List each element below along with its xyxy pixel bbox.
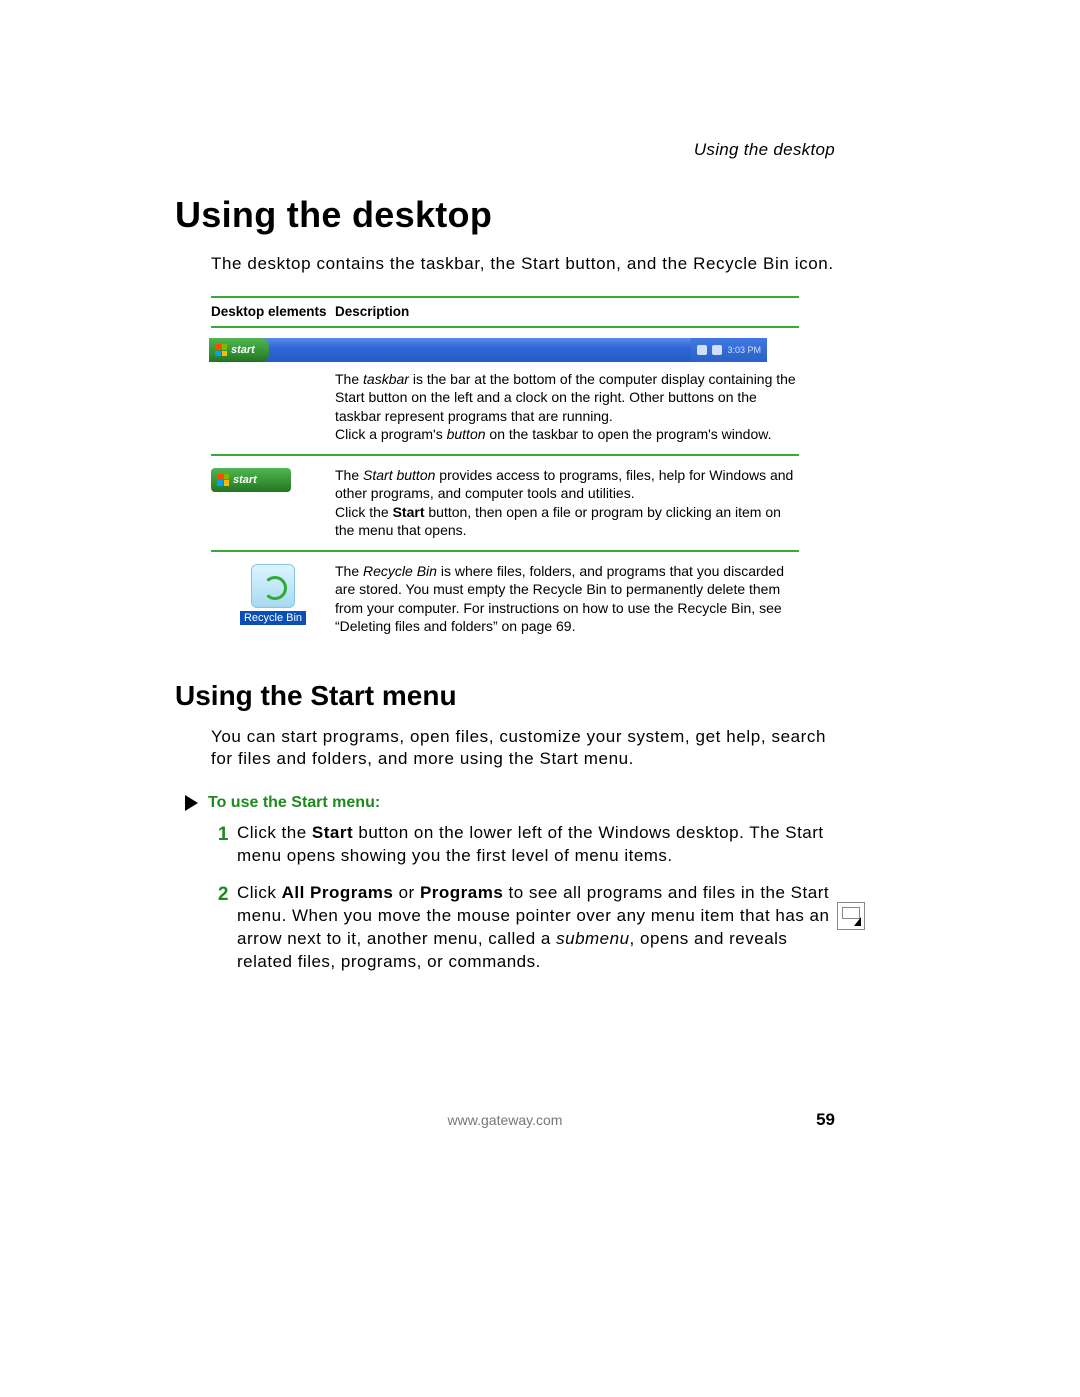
page-content: Using the desktop Using the desktop The … bbox=[175, 140, 835, 987]
task-heading: To use the Start menu: bbox=[185, 794, 835, 812]
step-1: 1 Click the Start button on the lower le… bbox=[211, 822, 835, 868]
row-taskbar: start 3:03 PM The taskbar is the bar at … bbox=[211, 328, 799, 456]
windows-logo-icon bbox=[217, 474, 229, 486]
desc-recycle-bin: The Recycle Bin is where files, folders,… bbox=[335, 562, 799, 636]
start-button-graphic: start bbox=[211, 468, 291, 492]
tray-clock: 3:03 PM bbox=[727, 345, 761, 355]
step-text: Click All Programs or Programs to see al… bbox=[237, 882, 835, 974]
th-elements: Desktop elements bbox=[211, 304, 335, 319]
table-header-row: Desktop elements Description bbox=[211, 298, 799, 328]
recycle-bin-graphic: Recycle Bin bbox=[211, 564, 335, 625]
intro-paragraph: The desktop contains the taskbar, the St… bbox=[211, 254, 835, 274]
step-number: 2 bbox=[211, 882, 229, 974]
heading-using-start-menu: Using the Start menu bbox=[175, 680, 835, 712]
desktop-elements-table: Desktop elements Description start 3:03 … bbox=[211, 296, 799, 646]
tray-icon bbox=[712, 345, 722, 355]
heading-using-desktop: Using the desktop bbox=[175, 194, 835, 236]
step-text: Click the Start button on the lower left… bbox=[237, 822, 835, 868]
th-description: Description bbox=[335, 304, 409, 319]
taskbar-start-button: start bbox=[209, 338, 269, 362]
task-title: To use the Start menu: bbox=[208, 794, 380, 812]
taskbar-graphic: start 3:03 PM bbox=[209, 338, 767, 362]
row-start-button: start The Start button provides access t… bbox=[211, 456, 799, 552]
desc-start-button: The Start button provides access to prog… bbox=[335, 466, 799, 540]
start-button-label: start bbox=[233, 474, 257, 486]
row-recycle-bin: Recycle Bin The Recycle Bin is where fil… bbox=[211, 552, 799, 646]
windows-logo-icon bbox=[215, 344, 227, 356]
page-footer: www.gateway.com 59 bbox=[175, 1112, 835, 1128]
page-number: 59 bbox=[816, 1110, 835, 1130]
taskbar-start-label: start bbox=[231, 344, 255, 356]
play-triangle-icon bbox=[185, 795, 198, 811]
recycle-bin-label: Recycle Bin bbox=[240, 611, 306, 625]
recycle-bin-icon bbox=[251, 564, 295, 608]
running-head: Using the desktop bbox=[175, 140, 835, 160]
start-menu-intro: You can start programs, open files, cust… bbox=[211, 726, 835, 770]
image-placeholder-icon bbox=[837, 902, 865, 930]
steps-list: 1 Click the Start button on the lower le… bbox=[211, 822, 835, 974]
tray-icon bbox=[697, 345, 707, 355]
step-2: 2 Click All Programs or Programs to see … bbox=[211, 882, 835, 974]
step-number: 1 bbox=[211, 822, 229, 868]
taskbar-tray: 3:03 PM bbox=[691, 338, 767, 362]
footer-url: www.gateway.com bbox=[448, 1112, 563, 1128]
desc-taskbar: The taskbar is the bar at the bottom of … bbox=[335, 370, 799, 444]
